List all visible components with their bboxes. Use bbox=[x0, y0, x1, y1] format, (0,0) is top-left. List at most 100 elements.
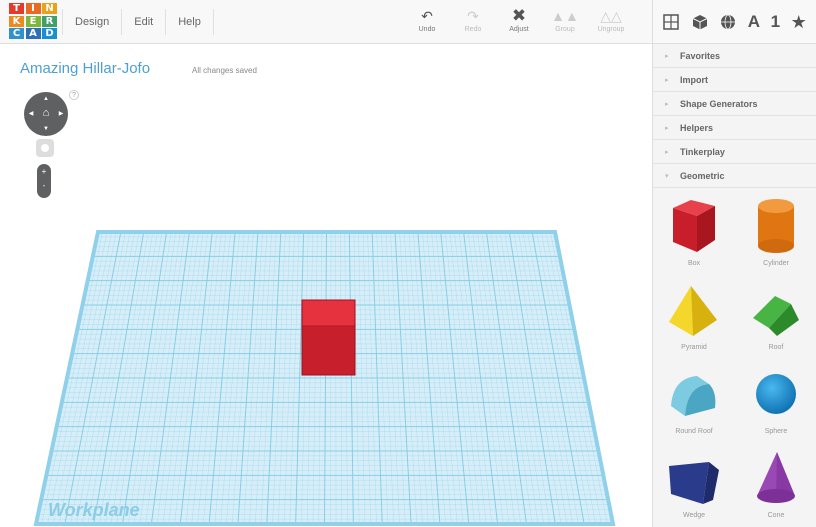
logo-letter: A bbox=[25, 28, 41, 39]
shape-cylinder[interactable]: Cylinder bbox=[735, 196, 816, 280]
shape-wedge[interactable]: Wedge bbox=[653, 448, 735, 527]
logo-letter: T bbox=[9, 3, 24, 14]
section-label: Helpers bbox=[680, 122, 714, 133]
cylinder-shape-icon bbox=[758, 199, 794, 253]
collapse-arrow-icon: ▾ bbox=[665, 172, 669, 180]
undo-label: Undo bbox=[418, 26, 436, 33]
logo-letter: C bbox=[9, 28, 24, 39]
section-label: Tinkerplay bbox=[680, 146, 725, 157]
workplane-grid bbox=[36, 232, 613, 524]
menu-help[interactable]: Help bbox=[166, 9, 214, 35]
workplane-label: Workplane bbox=[48, 500, 140, 520]
text-tool-label[interactable]: A bbox=[748, 12, 760, 32]
logo-letter: K bbox=[9, 15, 24, 27]
logo-letter: D bbox=[42, 28, 57, 39]
ungroup-icon: △△ bbox=[600, 8, 622, 24]
shape-roof[interactable]: Roof bbox=[735, 280, 816, 364]
section-shape-generators[interactable]: ▸ Shape Generators bbox=[653, 92, 816, 116]
redo-label: Redo bbox=[464, 26, 482, 33]
top-bar: T I N K E R C A D Design Edit Help ↶ Und… bbox=[0, 0, 816, 44]
shape-label: Roof bbox=[768, 344, 784, 351]
view-cube-navigator[interactable]: ▲ ▼ ◀ ▶ ⌂ bbox=[24, 92, 68, 136]
cube-view-icon[interactable] bbox=[691, 13, 709, 31]
adjust-icon: ✖ bbox=[511, 6, 527, 25]
adjust-label: Adjust bbox=[509, 26, 529, 33]
tinkercad-logo[interactable]: T I N K E R C A D bbox=[9, 3, 57, 41]
expand-arrow-icon: ▸ bbox=[665, 124, 669, 132]
shape-label: Box bbox=[687, 260, 701, 267]
section-label: Favorites bbox=[680, 50, 721, 61]
undo-icon: ↶ bbox=[421, 8, 433, 24]
round-roof-shape-icon bbox=[671, 376, 716, 416]
shape-cone[interactable]: Cone bbox=[735, 448, 816, 527]
group-icon: ▲▲ bbox=[551, 8, 579, 24]
group-button[interactable]: ▲▲ Group bbox=[542, 6, 588, 33]
globe-view-icon[interactable] bbox=[719, 13, 737, 31]
expand-arrow-icon: ▸ bbox=[665, 100, 669, 108]
zoom-out-button[interactable]: - bbox=[37, 179, 51, 194]
section-helpers[interactable]: ▸ Helpers bbox=[653, 116, 816, 140]
logo-letter: N bbox=[42, 3, 57, 14]
shapes-sidebar: ▸ Favorites ▸ Import ▸ Shape Generators … bbox=[652, 44, 816, 527]
home-view-icon[interactable]: ⌂ bbox=[40, 108, 52, 120]
help-icon[interactable]: ? bbox=[69, 90, 79, 100]
main-menu: Design Edit Help bbox=[62, 9, 214, 35]
zoom-control: + - bbox=[37, 164, 51, 198]
geometric-shapes-grid: Box Cylinder Pyramid Roof Round Roof Sph… bbox=[653, 188, 816, 527]
box-object[interactable] bbox=[301, 299, 356, 376]
logo-letter: I bbox=[25, 3, 41, 14]
ungroup-label: Ungroup bbox=[597, 26, 625, 33]
ungroup-button[interactable]: △△ Ungroup bbox=[588, 6, 634, 33]
perspective-toggle[interactable] bbox=[36, 139, 54, 157]
workplane-svg[interactable]: Workplane bbox=[0, 44, 652, 527]
view-toolbar: A 1 ★ bbox=[652, 0, 816, 44]
design-canvas[interactable]: Workplane Amazing Hillar-Jofo All change… bbox=[0, 44, 652, 527]
shape-pyramid[interactable]: Pyramid bbox=[653, 280, 735, 364]
star-icon[interactable]: ★ bbox=[791, 12, 807, 33]
expand-arrow-icon: ▸ bbox=[665, 52, 669, 60]
expand-arrow-icon: ▸ bbox=[665, 76, 669, 84]
shape-label: Cone bbox=[767, 512, 785, 519]
toolbar: ↶ Undo ↷ Redo ✖ Adjust ▲▲ Group △△ Ungro… bbox=[404, 6, 634, 33]
zoom-in-button[interactable]: + bbox=[37, 164, 51, 179]
group-label: Group bbox=[555, 26, 575, 33]
redo-icon: ↷ bbox=[467, 8, 479, 24]
shape-label: Cylinder bbox=[763, 260, 789, 267]
orbit-left-icon[interactable]: ◀ bbox=[26, 109, 36, 119]
orbit-down-icon[interactable]: ▼ bbox=[41, 124, 51, 134]
menu-edit[interactable]: Edit bbox=[122, 9, 167, 35]
number-tool-label[interactable]: 1 bbox=[771, 12, 780, 32]
section-label: Import bbox=[680, 74, 708, 85]
save-status: All changes saved bbox=[192, 66, 257, 75]
logo-letter: R bbox=[42, 15, 57, 27]
shape-round-roof[interactable]: Round Roof bbox=[653, 364, 735, 448]
shape-label: Sphere bbox=[764, 428, 788, 435]
cone-shape-icon bbox=[757, 452, 795, 503]
shape-label: Wedge bbox=[682, 512, 706, 519]
orbit-right-icon[interactable]: ▶ bbox=[56, 109, 66, 119]
section-label: Shape Generators bbox=[680, 98, 758, 109]
box-shape-icon bbox=[673, 200, 715, 252]
roof-shape-icon bbox=[753, 296, 799, 336]
section-import[interactable]: ▸ Import bbox=[653, 68, 816, 92]
section-geometric[interactable]: ▾ Geometric bbox=[653, 164, 816, 188]
grid-view-icon[interactable] bbox=[662, 13, 680, 31]
shape-box[interactable]: Box bbox=[653, 196, 735, 280]
project-title[interactable]: Amazing Hillar-Jofo bbox=[20, 60, 150, 77]
shape-label: Round Roof bbox=[675, 428, 713, 435]
orbit-up-icon[interactable]: ▲ bbox=[41, 94, 51, 104]
pyramid-shape-icon bbox=[669, 286, 717, 336]
redo-button[interactable]: ↷ Redo bbox=[450, 6, 496, 33]
logo-letter: E bbox=[25, 15, 41, 27]
undo-button[interactable]: ↶ Undo bbox=[404, 6, 450, 33]
wedge-shape-icon bbox=[669, 462, 719, 504]
section-label: Geometric bbox=[680, 170, 725, 181]
section-tinkerplay[interactable]: ▸ Tinkerplay bbox=[653, 140, 816, 164]
menu-design[interactable]: Design bbox=[63, 9, 123, 35]
sphere-shape-icon bbox=[756, 374, 796, 414]
adjust-button[interactable]: ✖ Adjust bbox=[496, 6, 542, 33]
section-favorites[interactable]: ▸ Favorites bbox=[653, 44, 816, 68]
shape-label: Pyramid bbox=[681, 344, 707, 351]
expand-arrow-icon: ▸ bbox=[665, 148, 669, 156]
shape-sphere[interactable]: Sphere bbox=[735, 364, 816, 448]
